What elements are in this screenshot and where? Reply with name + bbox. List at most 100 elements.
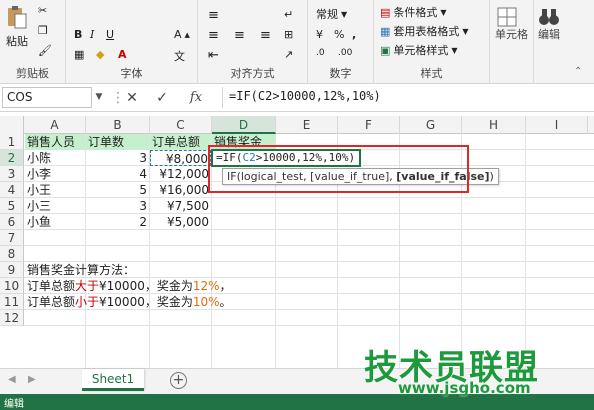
column-header[interactable]: D	[212, 116, 276, 134]
table-cell[interactable]: 小鱼	[25, 214, 85, 230]
underline-icon[interactable]: U	[106, 28, 114, 41]
notes-line-2[interactable]: 订单总额小于¥10000，奖金为10%。	[25, 294, 234, 310]
column-header[interactable]: B	[86, 116, 150, 134]
italic-icon[interactable]: I	[90, 28, 94, 41]
cancel-icon[interactable]: ✕	[122, 88, 142, 108]
center-align-icon[interactable]: ≡	[234, 28, 245, 43]
enter-icon[interactable]: ✓	[152, 88, 172, 108]
conditional-format-label: 条件格式	[393, 6, 438, 19]
column-header[interactable]: G	[400, 116, 462, 134]
worksheet-grid[interactable]: A B C D E F G H I 1 2 3 4 5 6 7 8 9 10 1…	[0, 116, 594, 368]
copy-icon[interactable]: ❐	[38, 24, 48, 37]
table-cell[interactable]: 小李	[25, 166, 85, 182]
phonetic-icon[interactable]: 文	[174, 48, 185, 64]
cut-icon[interactable]: ✂	[38, 4, 47, 17]
collapse-ribbon-icon[interactable]: ⌃	[574, 66, 582, 77]
insert-function-icon[interactable]: fx	[186, 88, 206, 108]
font-size-up-icon[interactable]: A ▲	[174, 28, 190, 41]
notes-text: ¥10000，奖金为	[99, 295, 193, 309]
table-cell[interactable]: 3	[86, 198, 149, 214]
select-all-corner[interactable]	[0, 116, 24, 134]
row-header[interactable]: 7	[0, 230, 24, 246]
fill-color-icon[interactable]: ◆	[96, 48, 104, 61]
font-group: B I U ▦ ◆ A A ▲ 文 字体	[66, 0, 198, 84]
editing-button[interactable]	[538, 6, 560, 28]
row-header[interactable]: 9	[0, 262, 24, 278]
decrease-decimal-icon[interactable]: .00	[338, 48, 352, 58]
chevron-down-icon: ▼	[462, 26, 469, 36]
table-cell[interactable]: 5	[86, 182, 149, 198]
chevron-down-icon: ▼	[451, 45, 458, 55]
number-format-value: 常规	[316, 8, 338, 21]
comma-icon[interactable]: ,	[352, 28, 356, 41]
chevron-down-icon: ▼	[440, 7, 447, 17]
font-color-icon[interactable]: A	[118, 48, 127, 61]
chevron-down-icon: ▼	[341, 9, 348, 19]
merge-icon[interactable]: ⊞	[284, 28, 293, 41]
prev-sheet-icon[interactable]: ◀	[8, 374, 16, 385]
sheet-tab-sheet1[interactable]: Sheet1	[82, 369, 144, 391]
column-header[interactable]: A	[24, 116, 86, 134]
header-cell-orders[interactable]: 订单数	[86, 134, 149, 150]
cells-button[interactable]	[496, 6, 518, 28]
table-cell[interactable]: 小三	[25, 198, 85, 214]
header-cell-salesperson[interactable]: 销售人员	[25, 134, 85, 150]
formula-input[interactable]: =IF(C2>10000,12%,10%)	[222, 87, 590, 108]
row-header[interactable]: 5	[0, 198, 24, 214]
increase-decimal-icon[interactable]: .0	[316, 48, 325, 58]
notes-line-1[interactable]: 订单总额大于¥10000，奖金为12%，	[25, 278, 234, 294]
notes-percent: 10%	[192, 295, 220, 309]
table-cell[interactable]: ¥12,000	[150, 166, 211, 182]
name-box[interactable]: COS	[2, 87, 92, 108]
border-icon[interactable]: ▦	[74, 48, 84, 61]
indent-icon[interactable]: ⇤	[208, 48, 219, 63]
row-header[interactable]: 6	[0, 214, 24, 230]
paste-button[interactable]: 粘贴	[6, 4, 28, 49]
watermark-url: www.jsgho.com	[398, 379, 531, 397]
column-header[interactable]: C	[150, 116, 212, 134]
header-cell-total[interactable]: 订单总额	[150, 134, 211, 150]
table-cell[interactable]: 4	[86, 166, 149, 182]
table-cell[interactable]: 小陈	[25, 150, 85, 166]
wrap-text-icon[interactable]: ↵	[284, 8, 293, 21]
orientation-icon[interactable]: ↗	[284, 48, 293, 61]
column-header[interactable]: F	[338, 116, 400, 134]
table-format-button[interactable]: ▦ 套用表格格式 ▼	[380, 23, 469, 39]
row-header[interactable]: 1	[0, 134, 24, 150]
next-sheet-icon[interactable]: ▶	[28, 374, 36, 385]
row-header[interactable]: 4	[0, 182, 24, 198]
table-cell[interactable]: 2	[86, 214, 149, 230]
table-cell[interactable]: 小王	[25, 182, 85, 198]
cell-styles-button[interactable]: ▣ 单元格样式 ▼	[380, 42, 458, 58]
percent-icon[interactable]: %	[334, 28, 344, 41]
conditional-format-button[interactable]: ▤ 条件格式 ▼	[380, 4, 447, 20]
paste-icon	[6, 4, 28, 30]
column-header[interactable]: E	[276, 116, 338, 134]
add-sheet-icon[interactable]: +	[170, 372, 187, 389]
table-cell[interactable]: ¥7,500	[150, 198, 211, 214]
chevron-down-icon[interactable]: ▼	[92, 87, 106, 108]
table-cell-referenced[interactable]: ¥8,000	[150, 150, 211, 166]
number-format-dropdown[interactable]: 常规 ▼	[316, 6, 347, 22]
currency-icon[interactable]: ¥	[316, 28, 323, 41]
table-cell[interactable]: 3	[86, 150, 149, 166]
clipboard-group: 粘贴 ✂ ❐ 🖌 剪贴板	[0, 0, 66, 84]
row-header[interactable]: 3	[0, 166, 24, 182]
column-header[interactable]: H	[462, 116, 526, 134]
row-header[interactable]: 2	[0, 150, 24, 166]
notes-text: ¥10000，奖金为	[99, 279, 193, 293]
row-header[interactable]: 12	[0, 310, 24, 326]
left-align-icon[interactable]: ≡	[208, 28, 219, 43]
table-cell[interactable]: ¥16,000	[150, 182, 211, 198]
row-header[interactable]: 10	[0, 278, 24, 294]
row-header[interactable]: 8	[0, 246, 24, 262]
column-header[interactable]: I	[526, 116, 588, 134]
right-align-icon[interactable]: ≡	[260, 28, 271, 43]
bold-icon[interactable]: B	[74, 28, 82, 41]
table-cell[interactable]: ¥5,000	[150, 214, 211, 230]
format-painter-icon[interactable]: 🖌	[38, 44, 52, 57]
clipboard-label: 剪贴板	[16, 67, 49, 80]
top-align-icon[interactable]: ≡	[208, 8, 219, 23]
row-header[interactable]: 11	[0, 294, 24, 310]
notes-title[interactable]: 销售奖金计算方法：	[25, 262, 137, 278]
